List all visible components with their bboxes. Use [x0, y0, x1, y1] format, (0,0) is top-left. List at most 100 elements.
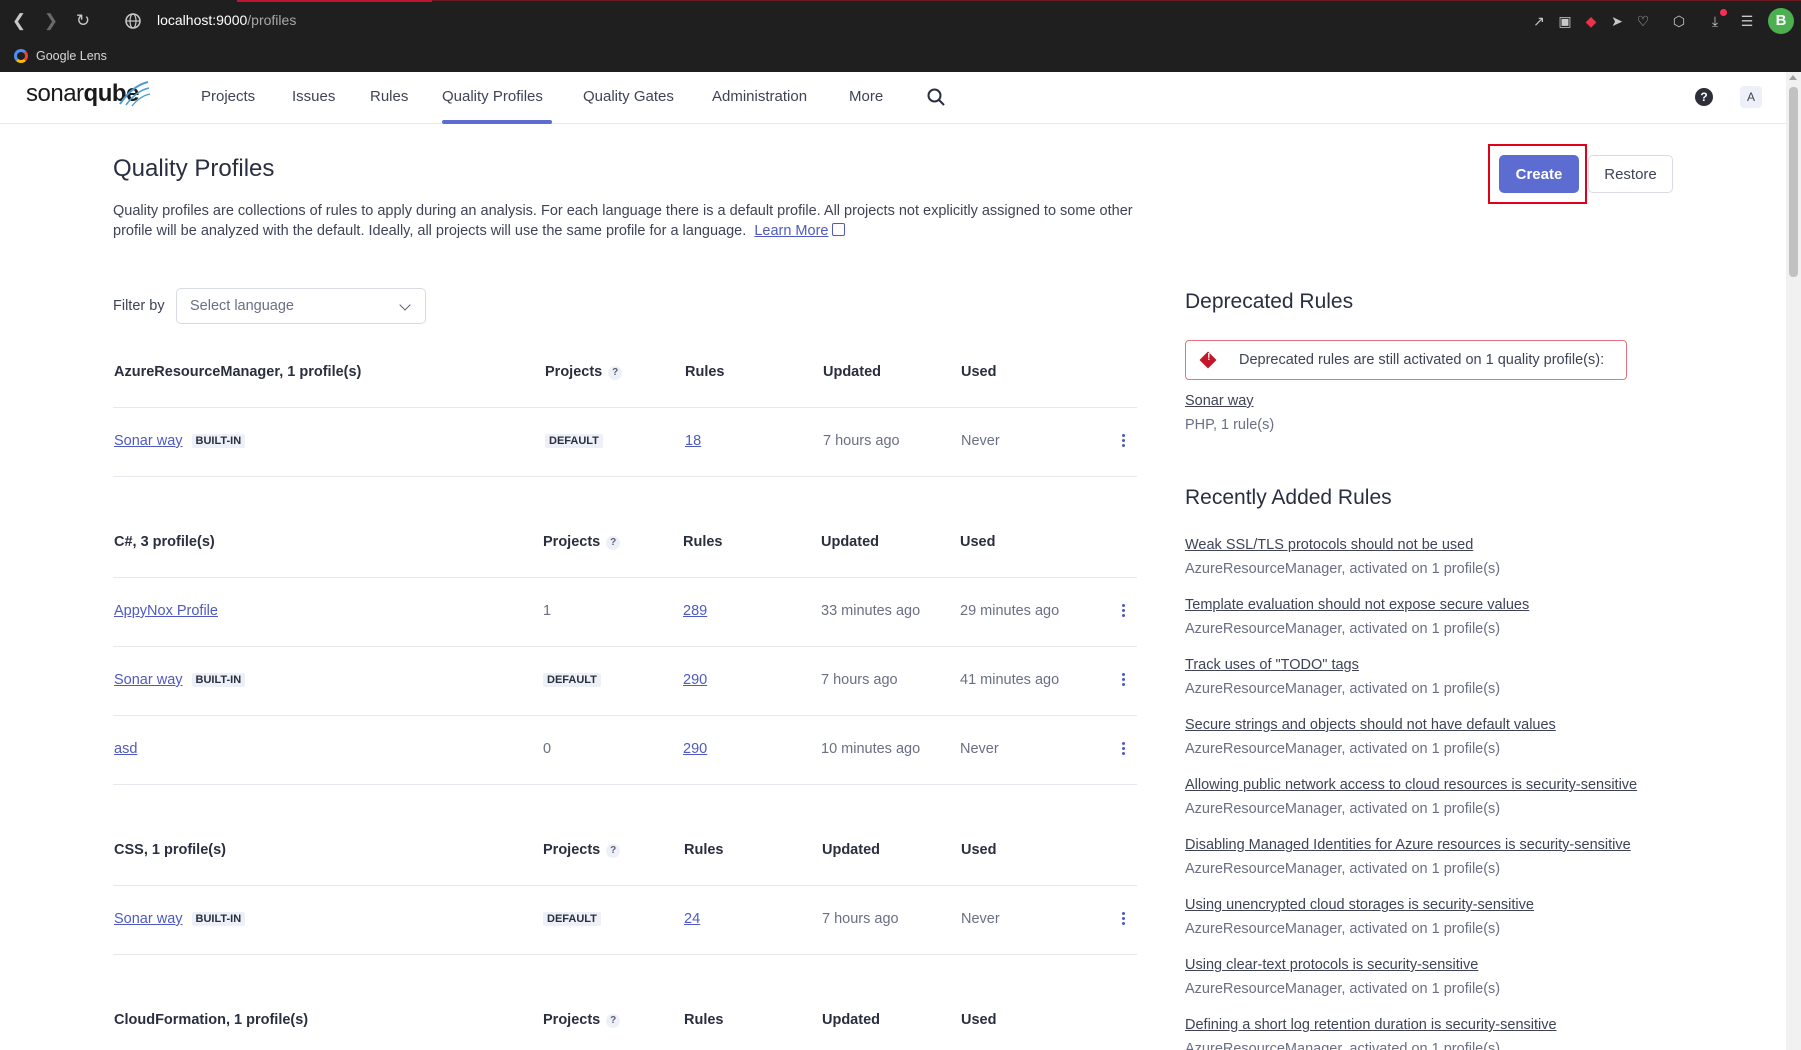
- rules-count-link[interactable]: 290: [683, 741, 707, 757]
- recent-rule-sub: AzureResourceManager, activated on 1 pro…: [1185, 801, 1501, 817]
- recent-rule-link[interactable]: Template evaluation should not expose se…: [1185, 597, 1529, 613]
- learn-more-link[interactable]: Learn More: [754, 223, 846, 239]
- recent-rule-link[interactable]: Using clear-text protocols is security-s…: [1185, 957, 1478, 973]
- send-icon[interactable]: ➤: [1607, 11, 1627, 31]
- restore-button[interactable]: Restore: [1588, 155, 1673, 193]
- nav-rules[interactable]: Rules: [370, 88, 408, 105]
- recent-rule-link[interactable]: Disabling Managed Identities for Azure r…: [1185, 837, 1631, 853]
- language-section-cloudformation: CloudFormation, 1 profile(s) Projects? R…: [113, 988, 1137, 1050]
- extensions-icon[interactable]: ⬡: [1669, 11, 1689, 31]
- table-header: CSS, 1 profile(s) Projects? Rules Update…: [113, 818, 1137, 886]
- scroll-up-arrow[interactable]: [1789, 75, 1797, 80]
- recent-rule-sub: AzureResourceManager, activated on 1 pro…: [1185, 621, 1501, 637]
- column-updated: Updated: [822, 1012, 880, 1028]
- language-select[interactable]: Select language: [176, 288, 426, 324]
- download-badge: [1720, 9, 1727, 16]
- url-host: localhost:9000: [157, 12, 248, 28]
- menu-icon[interactable]: ☰: [1737, 11, 1757, 31]
- deprecated-alert: Deprecated rules are still activated on …: [1185, 340, 1627, 380]
- profile-name-cell: Sonar way BUILT-IN: [114, 911, 246, 927]
- table-row: Sonar way BUILT-IN DEFAULT 290 7 hours ag…: [113, 647, 1137, 716]
- profile-link[interactable]: asd: [114, 741, 137, 757]
- column-updated: Updated: [823, 364, 881, 380]
- browser-chrome: ❮ ❯ ↻ localhost:9000/profiles ↗ ▣ ◆ ➤ ♡ …: [0, 0, 1801, 72]
- page-title: Quality Profiles: [113, 155, 275, 182]
- nav-projects[interactable]: Projects: [201, 88, 255, 105]
- language-header: CSS, 1 profile(s): [114, 842, 226, 858]
- recent-rule-sub: AzureResourceManager, activated on 1 pro…: [1185, 981, 1501, 997]
- browser-profile-avatar[interactable]: B: [1768, 8, 1794, 34]
- profile-link[interactable]: Sonar way: [114, 433, 183, 449]
- actions-menu-icon[interactable]: [1116, 671, 1130, 691]
- search-icon[interactable]: [926, 87, 946, 107]
- camera-icon[interactable]: ▣: [1555, 11, 1575, 31]
- recent-rule-link[interactable]: Weak SSL/TLS protocols should not be use…: [1185, 537, 1473, 553]
- column-projects: Projects?: [543, 842, 621, 858]
- profile-link[interactable]: AppyNox Profile: [114, 603, 218, 619]
- create-button[interactable]: Create: [1499, 155, 1579, 193]
- nav-more[interactable]: More: [849, 88, 883, 105]
- recent-rule-link[interactable]: Allowing public network access to cloud …: [1185, 777, 1637, 793]
- heart-icon[interactable]: ♡: [1633, 11, 1653, 31]
- table-row: Sonar way BUILT-IN DEFAULT 18 7 hours ago…: [113, 408, 1137, 477]
- recent-rule-link[interactable]: Using unencrypted cloud storages is secu…: [1185, 897, 1534, 913]
- default-badge: DEFAULT: [545, 434, 603, 448]
- actions-menu-icon[interactable]: [1116, 740, 1130, 760]
- recently-added-title: Recently Added Rules: [1185, 486, 1392, 509]
- recent-rule-sub: AzureResourceManager, activated on 1 pro…: [1185, 681, 1501, 697]
- help-icon[interactable]: ?: [606, 1014, 621, 1028]
- recent-rule-link[interactable]: Defining a short log retention duration …: [1185, 1017, 1557, 1033]
- scroll-thumb[interactable]: [1789, 87, 1798, 277]
- recent-rule-sub: AzureResourceManager, activated on 1 pro…: [1185, 741, 1501, 757]
- help-icon[interactable]: ?: [606, 844, 621, 858]
- actions-menu-icon[interactable]: [1116, 910, 1130, 930]
- recent-rule-link[interactable]: Track uses of "TODO" tags: [1185, 657, 1359, 673]
- address-bar[interactable]: localhost:9000/profiles: [157, 12, 296, 28]
- recent-rule-sub: AzureResourceManager, activated on 1 pro…: [1185, 921, 1501, 937]
- user-avatar[interactable]: A: [1740, 86, 1762, 108]
- profile-name-cell: AppyNox Profile: [114, 603, 218, 619]
- language-section-css: CSS, 1 profile(s) Projects? Rules Update…: [113, 818, 1137, 955]
- rules-count-cell: 289: [683, 603, 707, 619]
- nav-quality-gates[interactable]: Quality Gates: [583, 88, 674, 105]
- rules-count-link[interactable]: 290: [683, 672, 707, 688]
- deprecated-profile-sub: PHP, 1 rule(s): [1185, 417, 1275, 433]
- pocket-icon[interactable]: ◆: [1581, 11, 1601, 31]
- table-header: CloudFormation, 1 profile(s) Projects? R…: [113, 988, 1137, 1050]
- recent-rule-link[interactable]: Secure strings and objects should not ha…: [1185, 717, 1556, 733]
- table-row: Sonar way BUILT-IN DEFAULT 24 7 hours ago…: [113, 886, 1137, 955]
- help-icon[interactable]: ?: [608, 366, 623, 380]
- column-used: Used: [961, 1012, 997, 1028]
- page-scrollbar[interactable]: [1786, 72, 1801, 1050]
- actions-menu-icon[interactable]: [1116, 602, 1130, 622]
- nav-administration[interactable]: Administration: [712, 88, 807, 105]
- rules-count-link[interactable]: 18: [685, 433, 701, 449]
- profile-link[interactable]: Sonar way: [114, 911, 183, 927]
- share-icon[interactable]: ↗: [1529, 11, 1549, 31]
- rules-count-cell: 24: [684, 911, 700, 927]
- deprecated-profile-link[interactable]: Sonar way: [1185, 393, 1254, 409]
- rules-count-cell: 18: [685, 433, 701, 449]
- recent-rule-sub: AzureResourceManager, activated on 1 pro…: [1185, 1041, 1501, 1050]
- profile-name-cell: asd: [114, 741, 137, 757]
- bookmark-google-lens[interactable]: Google Lens: [14, 46, 107, 66]
- column-used: Used: [961, 842, 997, 858]
- forward-icon[interactable]: ❯: [40, 10, 62, 32]
- help-icon[interactable]: ?: [1695, 88, 1713, 106]
- help-icon[interactable]: ?: [606, 536, 621, 550]
- recent-rule-sub: AzureResourceManager, activated on 1 pro…: [1185, 861, 1501, 877]
- back-icon[interactable]: ❮: [8, 10, 30, 32]
- nav-quality-profiles[interactable]: Quality Profiles: [442, 88, 543, 105]
- used-cell: Never: [961, 911, 1000, 927]
- rules-count-link[interactable]: 24: [684, 911, 700, 927]
- nav-issues[interactable]: Issues: [292, 88, 335, 105]
- active-nav-indicator: [442, 120, 552, 124]
- column-projects-label: Projects: [543, 534, 601, 550]
- built-in-badge: BUILT-IN: [191, 912, 246, 926]
- rules-count-link[interactable]: 289: [683, 603, 707, 619]
- used-cell: Never: [961, 433, 1000, 449]
- deprecated-rules-title: Deprecated Rules: [1185, 290, 1354, 313]
- reload-icon[interactable]: ↻: [72, 10, 94, 32]
- actions-menu-icon[interactable]: [1116, 432, 1130, 452]
- profile-link[interactable]: Sonar way: [114, 672, 183, 688]
